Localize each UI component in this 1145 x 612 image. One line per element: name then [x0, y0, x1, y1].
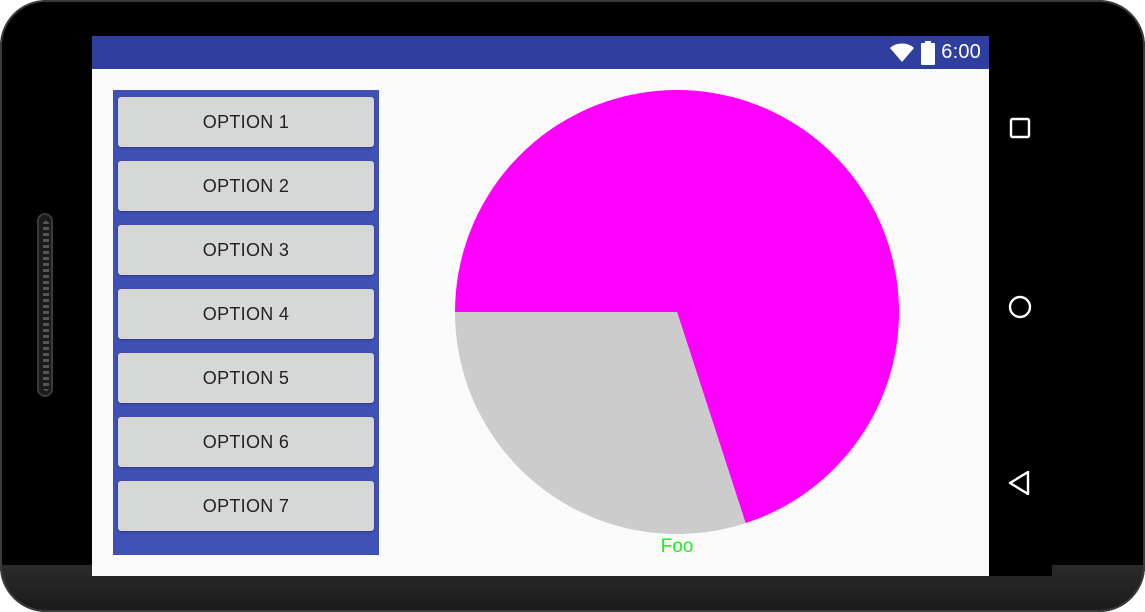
home-circle-icon[interactable]: [1007, 294, 1033, 320]
speaker-holes: [43, 221, 49, 391]
navigation-bar: [989, 36, 1052, 576]
back-triangle-icon[interactable]: [1007, 470, 1033, 496]
recents-square-icon[interactable]: [1007, 115, 1033, 141]
phone-frame: 6:00 OPTION 1 OPTION 2 OPTION 3 OPTION 4…: [0, 0, 1145, 612]
pie-chart: [455, 89, 900, 534]
speaker-grille: [37, 213, 53, 397]
device-screen: 6:00 OPTION 1 OPTION 2 OPTION 3 OPTION 4…: [92, 36, 989, 576]
chart-label: Foo: [660, 536, 694, 557]
